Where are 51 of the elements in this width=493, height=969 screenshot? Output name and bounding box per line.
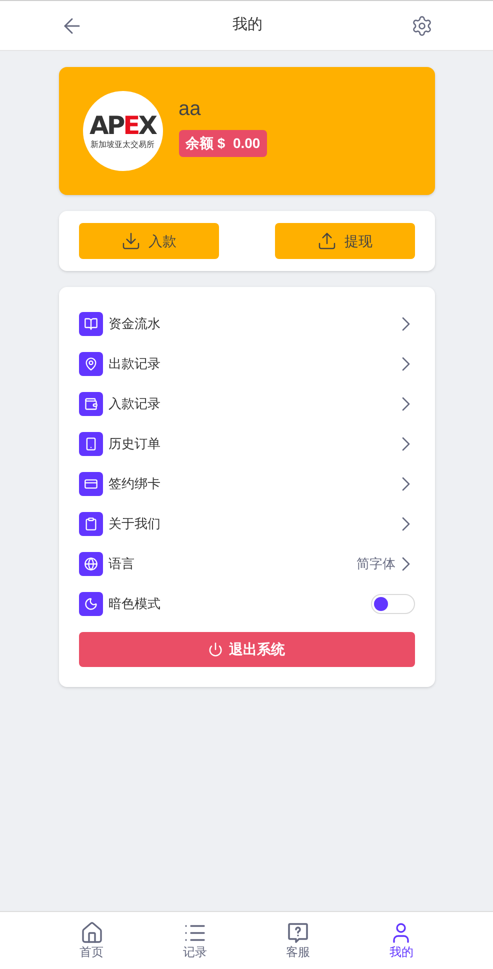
menu-label: 关于我们 xyxy=(108,515,162,534)
menu-item[interactable]: 历史订单 xyxy=(78,424,414,464)
logo-wordmark: APEX xyxy=(89,113,156,138)
withdraw-button[interactable]: 提现 xyxy=(274,223,414,259)
tab-item[interactable]: 客服 xyxy=(268,912,328,969)
tab-item[interactable]: 我的 xyxy=(371,912,432,969)
page-title: 我的 xyxy=(232,15,262,36)
menu-label: 历史订单 xyxy=(108,435,162,454)
chevron-right-icon xyxy=(402,477,410,491)
logout-button[interactable]: 退出系统 xyxy=(78,632,414,667)
chevron-right-icon xyxy=(402,397,410,411)
globe-icon xyxy=(78,552,102,576)
menu-item[interactable]: 签约绑卡 xyxy=(78,464,414,504)
home-icon xyxy=(80,921,104,945)
menu-label: 暗色模式 xyxy=(108,595,162,614)
menu-value: 简字体 xyxy=(356,555,396,574)
menu-label: 出款记录 xyxy=(108,355,162,374)
deposit-button[interactable]: 入款 xyxy=(78,223,218,259)
menu-item[interactable]: 资金流水 xyxy=(78,304,414,344)
wallet-icon xyxy=(78,392,102,416)
menu-label: 资金流水 xyxy=(108,315,162,334)
toggle-switch[interactable] xyxy=(370,594,414,614)
clipboard-icon xyxy=(78,512,102,536)
tab-item[interactable]: 记录 xyxy=(164,912,225,969)
menu-item[interactable]: 出款记录 xyxy=(78,344,414,384)
chevron-right-icon xyxy=(402,357,410,371)
balance-badge: 余额 $ 0.00 xyxy=(178,130,268,156)
phone-icon xyxy=(78,432,102,456)
menu-item[interactable]: 入款记录 xyxy=(78,384,414,424)
moon-icon xyxy=(78,592,102,616)
logo-tagline: 新加坡亚太交易所 xyxy=(90,141,154,149)
menu-label: 语言 xyxy=(108,555,136,574)
chevron-right-icon xyxy=(402,317,410,331)
tab-item[interactable]: 首页 xyxy=(62,912,122,969)
chevron-right-icon xyxy=(402,557,410,571)
user-name: aa xyxy=(178,96,202,122)
menu-item[interactable]: 暗色模式 xyxy=(78,584,414,624)
menu-item[interactable]: 语言 简字体 xyxy=(78,544,414,584)
settings-button[interactable] xyxy=(411,14,433,36)
upload-icon xyxy=(316,231,336,251)
card-icon xyxy=(78,472,102,496)
download-icon xyxy=(120,231,140,251)
book-icon xyxy=(78,312,102,336)
chevron-right-icon xyxy=(402,517,410,531)
map-pin-icon xyxy=(78,352,102,376)
menu-item[interactable]: 关于我们 xyxy=(78,504,414,544)
power-icon xyxy=(208,642,223,657)
help-bubble-icon xyxy=(286,921,310,945)
menu-label: 签约绑卡 xyxy=(108,475,162,494)
chevron-right-icon xyxy=(402,437,410,451)
menu-label: 入款记录 xyxy=(108,395,162,414)
